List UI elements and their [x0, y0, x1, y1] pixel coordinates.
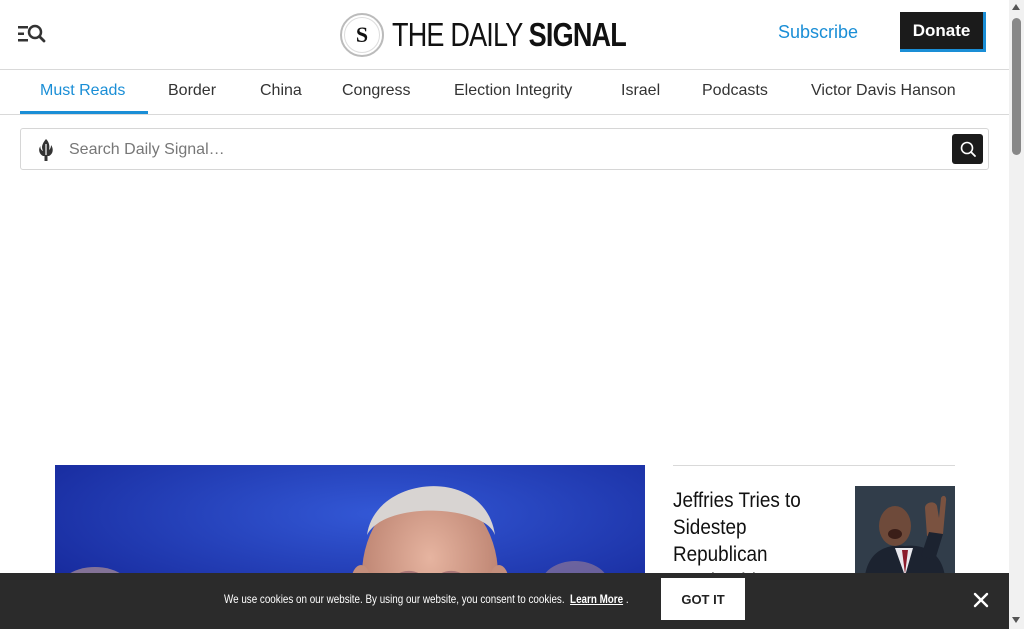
- subscribe-link[interactable]: Subscribe: [778, 22, 858, 43]
- logo-text-bold: SIGNAL: [528, 16, 627, 53]
- cookie-message: We use cookies on our website. By using …: [224, 592, 629, 606]
- nav-item-congress[interactable]: Congress: [342, 82, 410, 100]
- torch-icon: [37, 138, 55, 162]
- logo-seal-icon: S: [340, 13, 384, 57]
- nav-item-podcasts[interactable]: Podcasts: [702, 82, 768, 100]
- search-button[interactable]: [952, 134, 983, 164]
- got-it-button[interactable]: GOT IT: [661, 578, 745, 620]
- scrollbar-thumb[interactable]: [1012, 18, 1021, 155]
- scroll-down-arrow-icon[interactable]: [1012, 617, 1020, 623]
- scroll-up-arrow-icon[interactable]: [1012, 4, 1020, 10]
- sidebar-divider: [673, 465, 955, 466]
- nav-item-israel[interactable]: Israel: [621, 82, 660, 100]
- site-header: S THE DAILY SIGNAL Subscribe Donate: [0, 0, 1009, 70]
- nav-item-must-reads[interactable]: Must Reads: [40, 82, 125, 100]
- cookie-text: We use cookies on our website. By using …: [224, 592, 565, 606]
- cookie-period: .: [625, 592, 629, 606]
- nav-item-border[interactable]: Border: [168, 82, 216, 100]
- nav-active-indicator: [20, 111, 148, 114]
- page-scrollbar[interactable]: [1009, 0, 1024, 629]
- logo-wordmark: THE DAILY SIGNAL: [392, 16, 627, 54]
- logo-text-thin: THE DAILY: [392, 16, 529, 53]
- sidebar-article-thumbnail[interactable]: [855, 486, 955, 576]
- category-nav: Must Reads Border China Congress Electio…: [0, 71, 1009, 115]
- search-icon: [960, 141, 976, 157]
- nav-item-victor-davis-hanson[interactable]: Victor Davis Hanson: [811, 82, 956, 100]
- search-input[interactable]: [69, 138, 929, 162]
- nav-item-china[interactable]: China: [260, 82, 302, 100]
- search-bar: [20, 128, 989, 170]
- close-icon[interactable]: [970, 589, 992, 611]
- site-logo[interactable]: S THE DAILY SIGNAL: [340, 11, 677, 59]
- learn-more-link[interactable]: Learn More: [570, 592, 623, 606]
- donate-button[interactable]: Donate: [900, 12, 986, 52]
- menu-search-icon[interactable]: [18, 22, 46, 46]
- logo-seal-letter: S: [344, 17, 380, 53]
- nav-item-election-integrity[interactable]: Election Integrity: [454, 82, 572, 100]
- cookie-banner: We use cookies on our website. By using …: [0, 573, 1009, 629]
